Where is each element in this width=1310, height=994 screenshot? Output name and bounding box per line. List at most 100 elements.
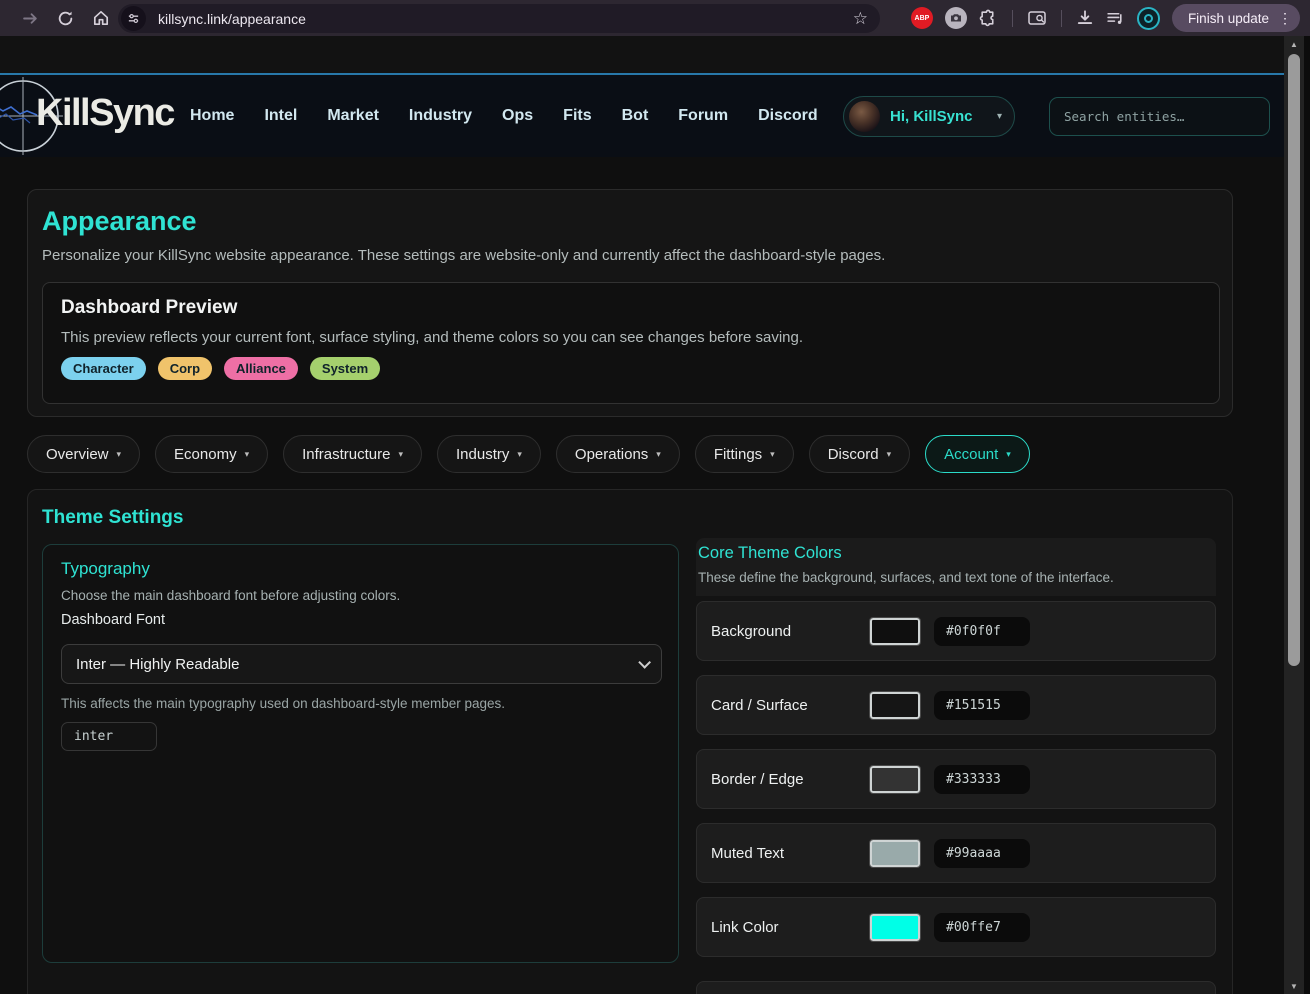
finish-update-button[interactable]: Finish update ⋮	[1172, 4, 1300, 32]
page-scrollbar[interactable]: ▲ ▼	[1284, 36, 1304, 994]
adblock-extension-icon[interactable]: ABP	[911, 7, 933, 29]
main-nav: Home Intel Market Industry Ops Fits Bot …	[190, 75, 818, 157]
page: KillSync Home Intel Market Industry Ops …	[0, 36, 1286, 994]
site-header: KillSync Home Intel Market Industry Ops …	[0, 75, 1286, 157]
color-swatch[interactable]	[870, 692, 920, 719]
hex-value: #99aaaa	[934, 839, 1030, 868]
nav-market[interactable]: Market	[327, 107, 379, 125]
tab-operations[interactable]: Operations▾	[556, 435, 680, 473]
core-colors-header: Core Theme Colors These define the backg…	[696, 538, 1216, 596]
nav-home[interactable]: Home	[190, 107, 234, 125]
toolbar-divider	[1012, 10, 1013, 27]
nav-forum[interactable]: Forum	[678, 107, 728, 125]
preview-description: This preview reflects your current font,…	[61, 329, 803, 346]
search-input[interactable]	[1049, 97, 1270, 136]
tab-economy[interactable]: Economy▾	[155, 435, 268, 473]
color-row-card-surface: Card / Surface #151515	[696, 675, 1216, 735]
account-menu-button[interactable]: Hi, KillSync ▾	[843, 96, 1015, 137]
typography-title: Typography	[61, 559, 150, 579]
caret-down-icon: ▾	[398, 449, 403, 460]
avatar	[849, 101, 880, 132]
site-settings-icon[interactable]	[121, 6, 146, 31]
downloads-icon[interactable]	[1076, 9, 1094, 27]
font-helper-text: This affects the main typography used on…	[61, 696, 505, 711]
sync-ring-icon[interactable]	[1137, 7, 1160, 30]
typography-panel: Typography Choose the main dashboard fon…	[42, 544, 679, 963]
nav-intel[interactable]: Intel	[264, 107, 297, 125]
extensions-puzzle-icon[interactable]	[979, 9, 998, 28]
color-swatch[interactable]	[870, 840, 920, 867]
dashboard-font-label: Dashboard Font	[61, 612, 165, 628]
tab-account[interactable]: Account▾	[925, 435, 1030, 473]
color-swatch[interactable]	[870, 914, 920, 941]
badge-character: Character	[61, 357, 146, 380]
playlist-icon[interactable]	[1106, 10, 1125, 27]
tab-infrastructure[interactable]: Infrastructure▾	[283, 435, 422, 473]
toolbar-divider	[1061, 10, 1062, 27]
window-edge	[1304, 36, 1310, 994]
camera-extension-icon[interactable]	[945, 7, 967, 29]
dashboard-preview-card: Dashboard Preview This preview reflects …	[42, 282, 1220, 404]
color-row-border-edge: Border / Edge #333333	[696, 749, 1216, 809]
nav-ops[interactable]: Ops	[502, 107, 533, 125]
url-bar[interactable]: killsync.link/appearance ☆	[118, 4, 880, 33]
reading-mode-icon[interactable]	[1027, 9, 1047, 27]
caret-down-icon: ▾	[887, 449, 892, 460]
nav-fits[interactable]: Fits	[563, 107, 591, 125]
url-text[interactable]: killsync.link/appearance	[158, 11, 853, 27]
refresh-icon[interactable]	[48, 0, 82, 36]
hex-value: #00ffe7	[934, 913, 1030, 942]
color-row-muted-text: Muted Text #99aaaa	[696, 823, 1216, 883]
home-icon[interactable]	[84, 0, 118, 36]
bookmark-star-icon[interactable]: ☆	[853, 9, 868, 29]
core-colors-panel: Core Theme Colors These define the backg…	[696, 538, 1216, 596]
preview-badges: Character Corp Alliance System	[61, 357, 380, 380]
font-key-chip: inter	[61, 722, 157, 751]
appearance-section: Appearance Personalize your KillSync web…	[27, 189, 1233, 417]
forward-icon[interactable]	[13, 0, 47, 36]
page-description: Personalize your KillSync website appear…	[42, 247, 885, 264]
scroll-up-icon[interactable]: ▲	[1284, 36, 1304, 52]
page-top-strip	[0, 36, 1286, 73]
badge-corp: Corp	[158, 357, 212, 380]
badge-system: System	[310, 357, 380, 380]
color-swatch[interactable]	[870, 766, 920, 793]
caret-down-icon: ▾	[517, 449, 522, 460]
color-row-link-color: Link Color #00ffe7	[696, 897, 1216, 957]
entity-search	[1049, 97, 1270, 136]
typography-subtitle: Choose the main dashboard font before ad…	[61, 588, 400, 603]
hex-value: #151515	[934, 691, 1030, 720]
tab-overview[interactable]: Overview▾	[27, 435, 140, 473]
caret-down-icon: ▾	[1006, 449, 1011, 460]
dashboard-font-select[interactable]: Inter — Highly Readable	[61, 644, 662, 684]
core-colors-title: Core Theme Colors	[698, 544, 1214, 563]
nav-bot[interactable]: Bot	[622, 107, 649, 125]
theme-settings-section: Theme Settings Typography Choose the mai…	[27, 489, 1233, 994]
caret-down-icon: ▾	[117, 449, 122, 460]
badge-alliance: Alliance	[224, 357, 298, 380]
caret-down-icon: ▾	[997, 111, 1002, 122]
brand-name[interactable]: KillSync	[36, 92, 174, 135]
tab-industry[interactable]: Industry▾	[437, 435, 541, 473]
page-title: Appearance	[42, 206, 197, 237]
scrollbar-thumb[interactable]	[1288, 54, 1300, 666]
tab-fittings[interactable]: Fittings▾	[695, 435, 794, 473]
hex-value: #0f0f0f	[934, 617, 1030, 646]
core-colors-subtitle: These define the background, surfaces, a…	[698, 570, 1214, 585]
caret-down-icon: ▾	[245, 449, 250, 460]
nav-industry[interactable]: Industry	[409, 107, 472, 125]
tab-discord[interactable]: Discord▾	[809, 435, 910, 473]
account-greeting: Hi, KillSync	[890, 108, 997, 125]
scroll-down-icon[interactable]: ▼	[1284, 978, 1304, 994]
selected-font: Inter — Highly Readable	[76, 656, 239, 673]
browser-toolbar: killsync.link/appearance ☆ ABP Finish up…	[0, 0, 1310, 36]
browser-menu-icon[interactable]: ⋮	[1278, 10, 1292, 27]
dashboard-tabs: Overview▾ Economy▾ Infrastructure▾ Indus…	[27, 435, 1030, 473]
color-swatch[interactable]	[870, 618, 920, 645]
hex-value: #333333	[934, 765, 1030, 794]
color-row-partial	[696, 981, 1216, 994]
caret-down-icon: ▾	[656, 449, 661, 460]
theme-settings-title: Theme Settings	[42, 507, 183, 529]
nav-discord[interactable]: Discord	[758, 107, 818, 125]
caret-down-icon: ▾	[770, 449, 775, 460]
